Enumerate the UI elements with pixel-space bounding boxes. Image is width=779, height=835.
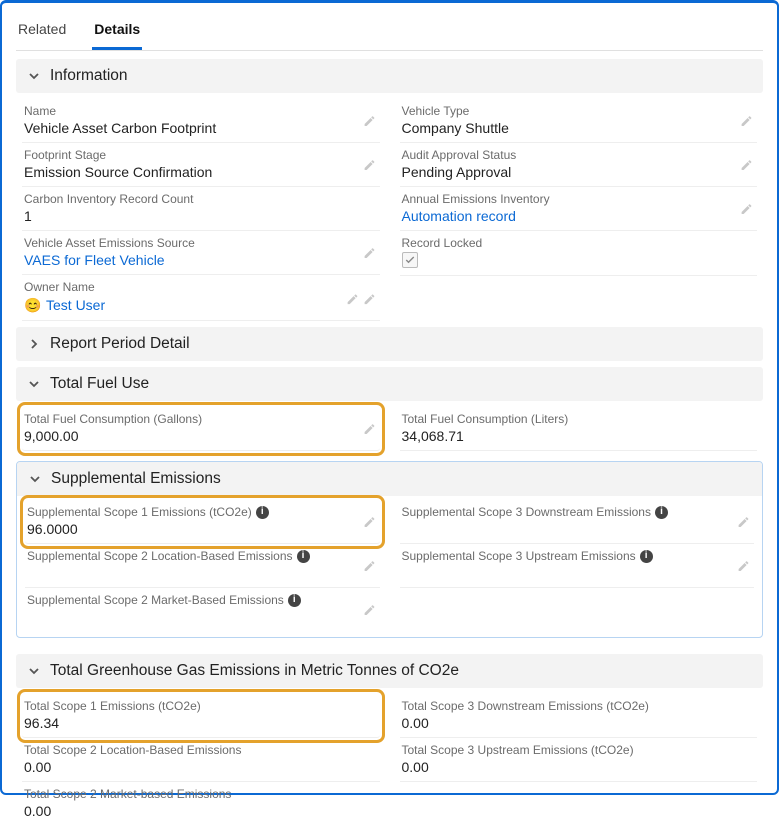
pencil-icon[interactable] <box>363 114 376 130</box>
field-label-emissions-source: Vehicle Asset Emissions Source <box>24 236 378 250</box>
info-icon[interactable]: i <box>640 550 653 563</box>
pencil-icon[interactable] <box>737 559 750 575</box>
field-value-supp-scope2-mkt <box>27 609 378 625</box>
tab-details[interactable]: Details <box>92 13 142 50</box>
field-label-ghg-scope2-mkt: Total Scope 2 Market-based Emissions <box>24 787 378 801</box>
section-supplemental: Supplemental Emissions Supplemental Scop… <box>16 461 763 638</box>
field-label-supp-scope2-mkt: Supplemental Scope 2 Market-Based Emissi… <box>27 593 284 607</box>
pencil-icon[interactable] <box>363 559 376 575</box>
link-annual-inventory[interactable]: Automation record <box>402 208 756 224</box>
field-label-ghg-scope1: Total Scope 1 Emissions (tCO2e) <box>24 699 378 713</box>
chevron-down-icon <box>26 68 42 84</box>
field-value-name: Vehicle Asset Carbon Footprint <box>24 120 378 136</box>
avatar: 😊 <box>24 296 42 314</box>
field-total-fuel-gallons: Total Fuel Consumption (Gallons) 9,000.0… <box>22 407 380 451</box>
field-label-annual-inventory: Annual Emissions Inventory <box>402 192 756 206</box>
field-label-fuel-gallons: Total Fuel Consumption (Gallons) <box>24 412 378 426</box>
field-supp-scope1: Supplemental Scope 1 Emissions (tCO2e) i… <box>25 500 380 544</box>
chevron-down-icon <box>26 663 42 679</box>
field-label-ghg-scope2-loc: Total Scope 2 Location-Based Emissions <box>24 743 378 757</box>
field-value-supp-scope3-up <box>402 565 753 581</box>
pencil-icon[interactable] <box>740 114 753 130</box>
section-information-title: Information <box>50 67 128 85</box>
field-value-fuel-liters: 34,068.71 <box>402 428 756 444</box>
field-value-supp-scope3-down <box>402 521 753 537</box>
field-label-audit-status: Audit Approval Status <box>402 148 756 162</box>
field-label-fuel-liters: Total Fuel Consumption (Liters) <box>402 412 756 426</box>
field-label-vehicle-type: Vehicle Type <box>402 104 756 118</box>
field-ghg-scope1: Total Scope 1 Emissions (tCO2e) 96.34 <box>22 694 380 738</box>
tab-bar: Related Details <box>16 3 763 51</box>
pencil-icon[interactable] <box>740 158 753 174</box>
info-icon[interactable]: i <box>297 550 310 563</box>
pencil-icon[interactable] <box>740 202 753 218</box>
field-value-ghg-scope2-loc: 0.00 <box>24 759 378 775</box>
pencil-icon[interactable] <box>363 515 376 531</box>
field-label-stage: Footprint Stage <box>24 148 378 162</box>
field-value-ghg-scope3-down: 0.00 <box>402 715 756 731</box>
info-icon[interactable]: i <box>655 506 668 519</box>
pencil-icon[interactable] <box>363 603 376 619</box>
section-total-fuel-header[interactable]: Total Fuel Use <box>16 367 763 401</box>
field-label-supp-scope3-down: Supplemental Scope 3 Downstream Emission… <box>402 505 651 519</box>
section-information-header[interactable]: Information <box>16 59 763 93</box>
field-value-ghg-scope2-mkt: 0.00 <box>24 803 378 819</box>
chevron-right-icon <box>26 336 42 352</box>
field-label-owner: Owner Name <box>24 280 378 294</box>
field-value-fuel-gallons: 9,000.00 <box>24 428 378 444</box>
field-label-ghg-scope3-up: Total Scope 3 Upstream Emissions (tCO2e) <box>402 743 756 757</box>
tab-related[interactable]: Related <box>16 13 68 50</box>
section-report-period-title: Report Period Detail <box>50 335 190 353</box>
section-supplemental-title: Supplemental Emissions <box>51 470 221 488</box>
field-label-supp-scope1: Supplemental Scope 1 Emissions (tCO2e) <box>27 505 252 519</box>
field-value-supp-scope2-loc <box>27 565 378 581</box>
field-value-audit-status: Pending Approval <box>402 164 756 180</box>
field-value-carbon-inventory-count: 1 <box>24 208 378 224</box>
field-value-ghg-scope1: 96.34 <box>24 715 378 731</box>
field-label-supp-scope2-loc: Supplemental Scope 2 Location-Based Emis… <box>27 549 293 563</box>
section-supplemental-header[interactable]: Supplemental Emissions <box>17 462 762 496</box>
chevron-down-icon <box>26 376 42 392</box>
pencil-icon[interactable] <box>363 158 376 174</box>
link-emissions-source[interactable]: VAES for Fleet Vehicle <box>24 252 378 268</box>
field-label-name: Name <box>24 104 378 118</box>
section-total-fuel-title: Total Fuel Use <box>50 375 149 393</box>
pencil-icon[interactable] <box>363 422 376 438</box>
section-report-period-header[interactable]: Report Period Detail <box>16 327 763 361</box>
field-label-record-locked: Record Locked <box>402 236 756 250</box>
link-owner[interactable]: Test User <box>46 297 105 313</box>
section-ghg-title: Total Greenhouse Gas Emissions in Metric… <box>50 662 459 680</box>
pencil-icon[interactable] <box>737 515 750 531</box>
field-value-stage: Emission Source Confirmation <box>24 164 378 180</box>
field-value-vehicle-type: Company Shuttle <box>402 120 756 136</box>
owner-actions[interactable] <box>346 292 376 305</box>
info-icon[interactable]: i <box>256 506 269 519</box>
pencil-icon[interactable] <box>363 246 376 262</box>
info-icon[interactable]: i <box>288 594 301 607</box>
field-value-ghg-scope3-up: 0.00 <box>402 759 756 775</box>
field-label-carbon-inventory-count: Carbon Inventory Record Count <box>24 192 378 206</box>
field-value-supp-scope1: 96.0000 <box>27 521 378 537</box>
field-label-ghg-scope3-down: Total Scope 3 Downstream Emissions (tCO2… <box>402 699 756 713</box>
field-label-supp-scope3-up: Supplemental Scope 3 Upstream Emissions <box>402 549 636 563</box>
chevron-down-icon <box>27 471 43 487</box>
section-ghg-header[interactable]: Total Greenhouse Gas Emissions in Metric… <box>16 654 763 688</box>
checkbox-record-locked <box>402 252 418 268</box>
